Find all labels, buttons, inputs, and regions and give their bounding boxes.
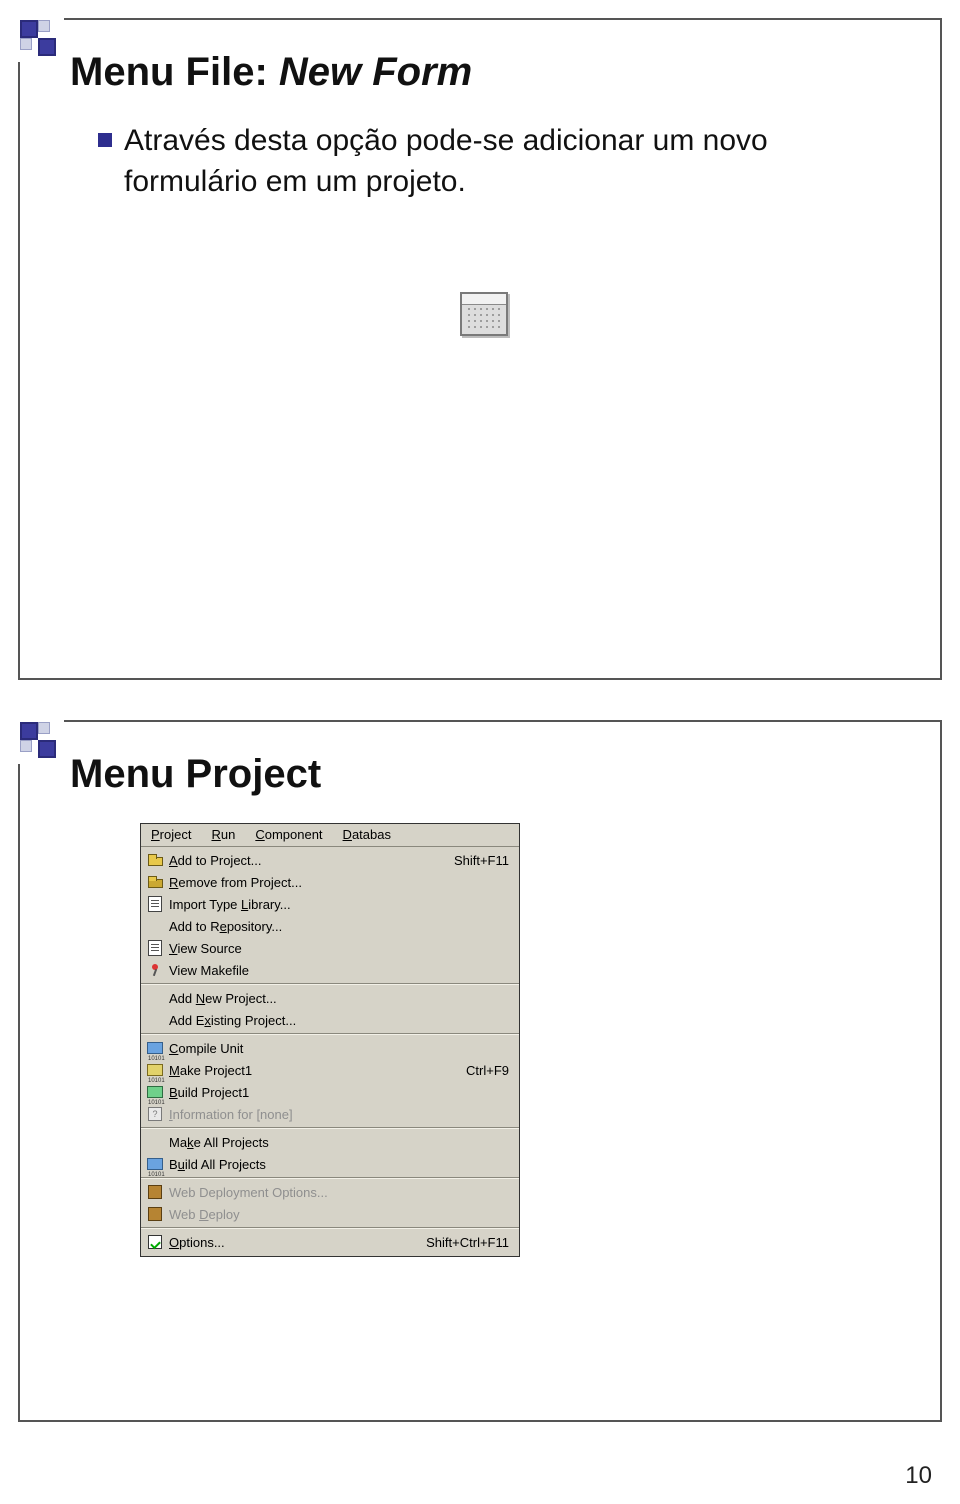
block-icon <box>145 1039 165 1057</box>
blank-icon <box>145 1011 165 1029</box>
slide-menu-project: Menu Project Project Run Component Datab… <box>18 720 942 1422</box>
slide-title: Menu File: New Form <box>70 50 904 95</box>
menu-item-shortcut: Shift+F11 <box>444 853 509 868</box>
menubar-item-project[interactable]: Project <box>151 827 191 842</box>
menu-item-label: Compile Unit <box>165 1041 509 1056</box>
menu-item-label: Remove from Project... <box>165 875 509 890</box>
menubar-item-run[interactable]: Run <box>211 827 235 842</box>
menu-item-label: Add New Project... <box>165 991 509 1006</box>
menu-item-label: Options... <box>165 1235 416 1250</box>
blank-icon <box>145 989 165 1007</box>
block-icon <box>145 1083 165 1101</box>
check-icon <box>145 1233 165 1251</box>
title-plain: Menu File: <box>70 50 279 94</box>
menubar-item-component[interactable]: Component <box>255 827 322 842</box>
blank-icon <box>145 1133 165 1151</box>
menubar: Project Run Component Databas <box>141 824 519 847</box>
menu-item-label: View Makefile <box>165 963 509 978</box>
menu-item-web-deployment-options: Web Deployment Options... <box>141 1181 519 1203</box>
slide-title: Menu Project <box>70 752 904 797</box>
menu-separator <box>141 1033 519 1035</box>
menu-item-shortcut: Ctrl+F9 <box>456 1063 509 1078</box>
menu-item-add-to-project[interactable]: Add to Project... Shift+F11 <box>141 849 519 871</box>
menu-item-label: Make All Projects <box>165 1135 509 1150</box>
blank-icon <box>145 917 165 935</box>
menu-separator <box>141 1127 519 1129</box>
menu-item-import-type-library[interactable]: Import Type Library... <box>141 893 519 915</box>
form-icon-wrap <box>64 292 904 336</box>
pin-icon <box>145 961 165 979</box>
menu-item-options[interactable]: Options... Shift+Ctrl+F11 <box>141 1231 519 1253</box>
menu-item-build-project1[interactable]: Build Project1 <box>141 1081 519 1103</box>
menu-item-add-existing-project[interactable]: Add Existing Project... <box>141 1009 519 1031</box>
page-number: 10 <box>0 1462 960 1504</box>
info-icon: ? <box>145 1105 165 1123</box>
menubar-item-database[interactable]: Databas <box>343 827 391 842</box>
menu-item-label: Add Existing Project... <box>165 1013 509 1028</box>
folder-remove-icon <box>145 873 165 891</box>
package-icon <box>145 1205 165 1223</box>
bullet-icon <box>98 133 112 147</box>
menu-item-build-all-projects[interactable]: Build All Projects <box>141 1153 519 1175</box>
block-icon <box>145 1155 165 1173</box>
menu-item-compile-unit[interactable]: Compile Unit <box>141 1037 519 1059</box>
menu-item-make-all-projects[interactable]: Make All Projects <box>141 1131 519 1153</box>
slide-menu-file-new-form: Menu File: New Form Através desta opção … <box>18 18 942 680</box>
menu-item-add-to-repository[interactable]: Add to Repository... <box>141 915 519 937</box>
menu-item-label: Build Project1 <box>165 1085 509 1100</box>
menu-item-add-new-project[interactable]: Add New Project... <box>141 987 519 1009</box>
menu-item-label: Add to Repository... <box>165 919 509 934</box>
page-icon <box>145 895 165 913</box>
menu-item-shortcut: Shift+Ctrl+F11 <box>416 1235 509 1250</box>
folder-open-icon <box>145 851 165 869</box>
new-form-icon <box>460 292 508 336</box>
page-icon <box>145 939 165 957</box>
project-menu-list: Add to Project... Shift+F11 Remove from … <box>141 847 519 1256</box>
menu-item-remove-from-project[interactable]: Remove from Project... <box>141 871 519 893</box>
menu-separator <box>141 1227 519 1229</box>
menu-item-view-source[interactable]: View Source <box>141 937 519 959</box>
menu-separator <box>141 983 519 985</box>
menu-item-label: Build All Projects <box>165 1157 509 1172</box>
corner-decoration <box>18 720 64 764</box>
corner-decoration <box>18 18 64 62</box>
menu-item-make-project1[interactable]: Make Project1 Ctrl+F9 <box>141 1059 519 1081</box>
block-icon <box>145 1061 165 1079</box>
menu-item-label: Import Type Library... <box>165 897 509 912</box>
menu-item-information-for-none: ? Information for [none] <box>141 1103 519 1125</box>
menu-item-label: View Source <box>165 941 509 956</box>
bullet-text: Através desta opção pode-se adicionar um… <box>124 121 904 202</box>
menu-item-view-makefile[interactable]: View Makefile <box>141 959 519 981</box>
menu-separator <box>141 1177 519 1179</box>
menu-item-label: Web Deploy <box>165 1207 509 1222</box>
bullet-item: Através desta opção pode-se adicionar um… <box>98 121 904 202</box>
package-icon <box>145 1183 165 1201</box>
menu-item-web-deploy: Web Deploy <box>141 1203 519 1225</box>
menu-item-label: Web Deployment Options... <box>165 1185 509 1200</box>
menu-item-label: Make Project1 <box>165 1063 456 1078</box>
menu-item-label: Information for [none] <box>165 1107 509 1122</box>
menu-item-label: Add to Project... <box>165 853 444 868</box>
title-emphasis: New Form <box>279 50 472 94</box>
project-menu-screenshot: Project Run Component Databas Add to Pro… <box>140 823 520 1257</box>
